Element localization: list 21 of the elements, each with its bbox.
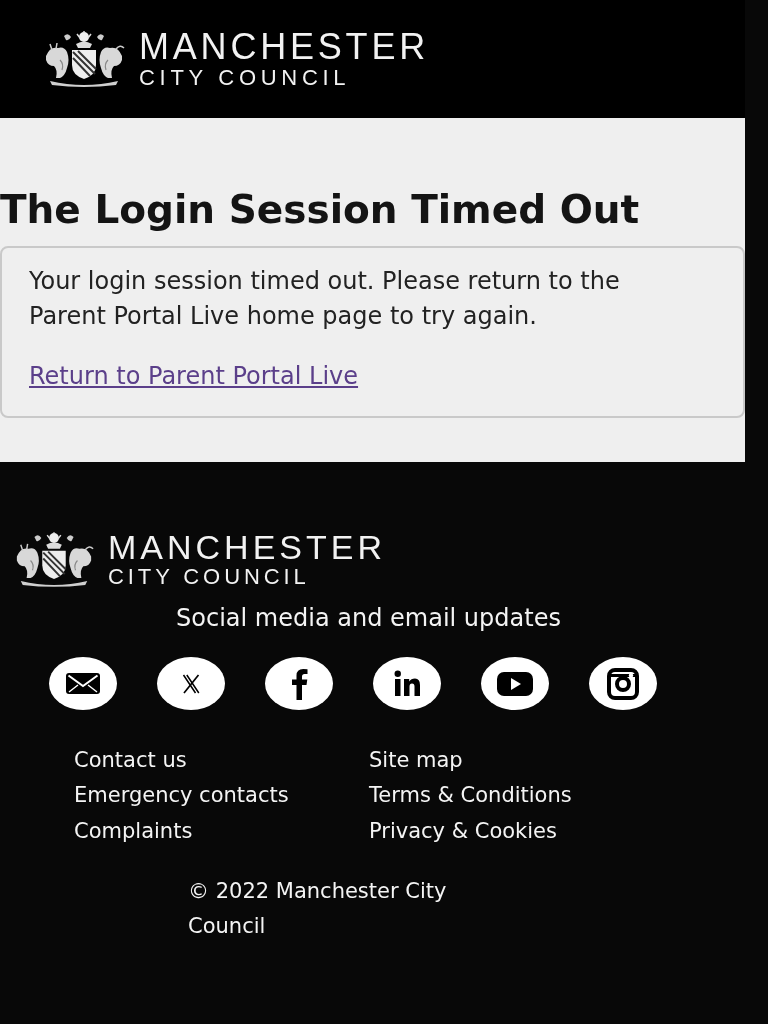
camera-icon[interactable] — [589, 657, 657, 710]
footer-link[interactable]: Terms & Conditions — [369, 778, 572, 814]
logo-title[interactable]: MANCHESTER — [139, 29, 430, 65]
play-button-icon[interactable] — [481, 657, 549, 710]
x-letter-icon[interactable] — [157, 657, 225, 710]
footer-link[interactable]: Complaints — [74, 813, 193, 849]
copyright-text: © 2022 Manchester City Council — [188, 877, 448, 940]
footer-link[interactable]: Site map — [369, 743, 463, 779]
page-heading: The Login Session Timed Out — [0, 186, 640, 233]
return-link[interactable]: Return to Parent Portal Live — [29, 359, 359, 394]
logo-subtitle: CITY COUNCIL — [108, 566, 310, 588]
logo-title: MANCHESTER — [108, 530, 387, 564]
footer-link[interactable]: Privacy & Cookies — [369, 813, 557, 849]
social-heading: Social media and email updates — [176, 603, 561, 634]
message-text: Your login session timed out. Please return to the Parent Portal Live home page to try again. — [29, 266, 621, 332]
in-letters-icon[interactable] — [373, 657, 441, 710]
f-letter-icon[interactable] — [265, 657, 333, 710]
footer-link[interactable]: Contact us — [74, 743, 187, 779]
logo-subtitle[interactable]: CITY COUNCIL — [139, 67, 351, 89]
footer-link[interactable]: Emergency contacts — [74, 778, 289, 814]
envelope-icon[interactable] — [49, 657, 117, 710]
